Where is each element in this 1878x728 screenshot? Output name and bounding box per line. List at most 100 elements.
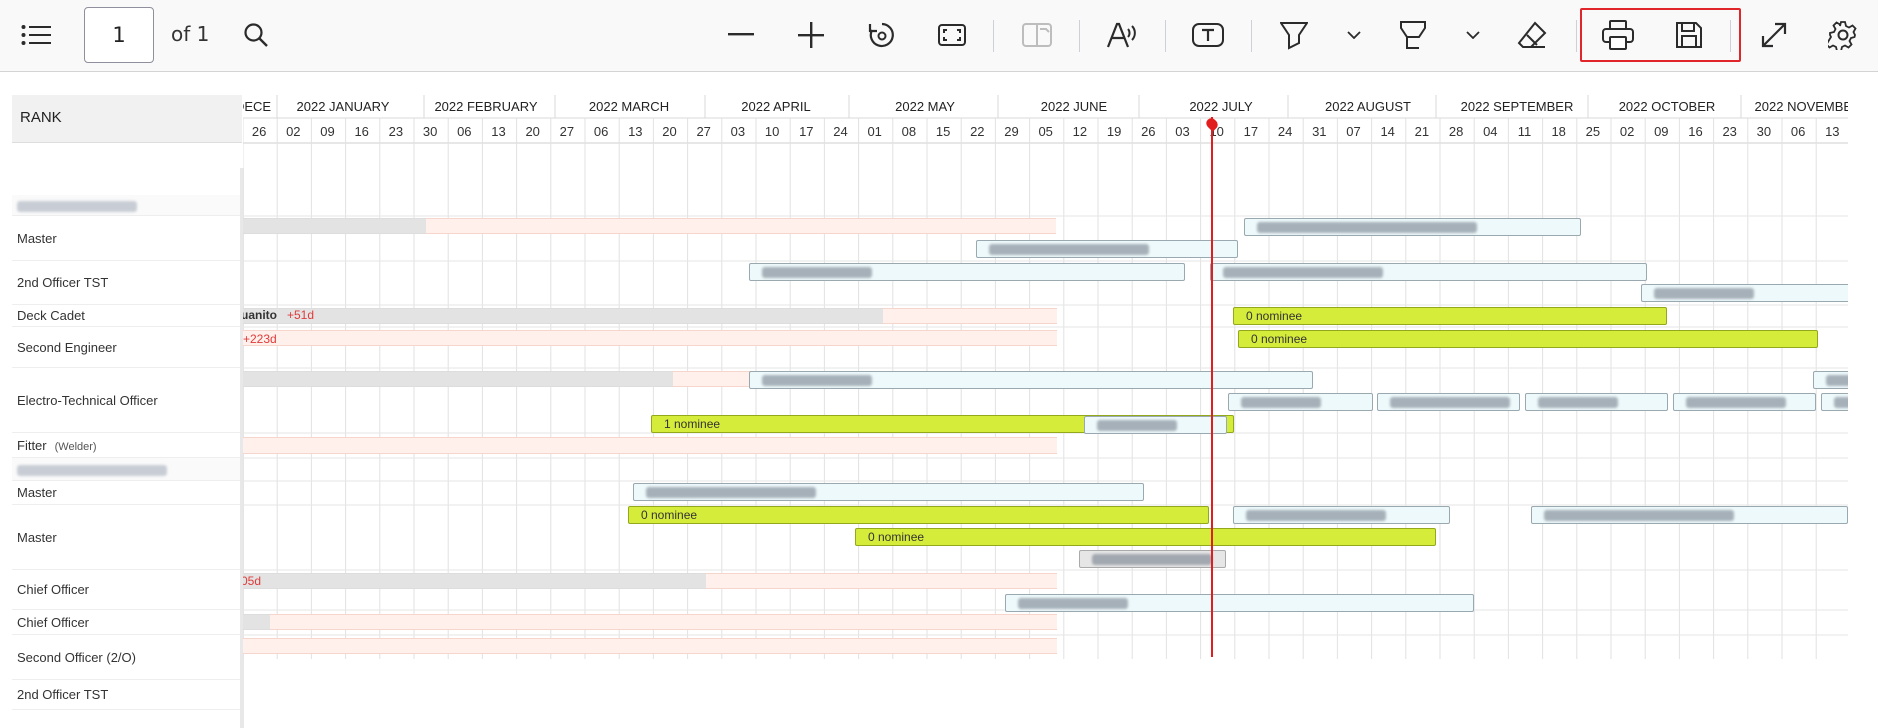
week-label: 31 bbox=[1312, 124, 1326, 139]
month-label: 2022 FEBRUARY bbox=[434, 99, 537, 114]
group-row[interactable] bbox=[12, 195, 242, 216]
crew-bar[interactable] bbox=[1244, 218, 1581, 236]
nominee-label: 0 nominee bbox=[1251, 332, 1308, 346]
rank-row[interactable]: Second Engineer bbox=[12, 327, 242, 368]
fullscreen-icon[interactable] bbox=[1757, 13, 1791, 57]
rank-label: Second Engineer bbox=[17, 340, 117, 355]
week-label: 24 bbox=[833, 124, 847, 139]
week-label: 05 bbox=[1038, 124, 1052, 139]
rank-row[interactable]: Chief Officer bbox=[12, 570, 242, 610]
crew-bar[interactable] bbox=[1210, 263, 1647, 281]
toolbar-divider bbox=[993, 20, 994, 52]
rank-label: Deck Cadet bbox=[17, 308, 85, 323]
week-label: 14 bbox=[1380, 124, 1394, 139]
rank-row[interactable]: Master bbox=[12, 481, 242, 505]
rank-row[interactable]: Deck Cadet bbox=[12, 305, 242, 327]
rank-row[interactable]: Master bbox=[12, 505, 242, 570]
week-label: 27 bbox=[560, 124, 574, 139]
chevron-down-icon[interactable] bbox=[1344, 13, 1364, 57]
week-label: 30 bbox=[1757, 124, 1771, 139]
crew-bar[interactable] bbox=[1525, 393, 1668, 411]
rank-row[interactable]: Fitter (Welder) bbox=[12, 433, 242, 458]
rank-row[interactable]: Second Officer (2/O) bbox=[12, 635, 242, 680]
rank-label bbox=[17, 198, 137, 213]
rank-row[interactable]: 2nd Officer TST bbox=[12, 680, 242, 710]
vacancy-span bbox=[270, 614, 1057, 630]
crew-bar[interactable] bbox=[1084, 416, 1227, 434]
group-row[interactable] bbox=[12, 458, 242, 481]
zoom-in-icon[interactable] bbox=[796, 13, 826, 57]
gantt-timeline: DECE 2022 JANUARY 2022 FEBRUARY 2022 MARCH 2… bbox=[243, 95, 1848, 659]
eraser-icon[interactable] bbox=[1515, 13, 1549, 57]
rank-header: RANK bbox=[12, 95, 242, 143]
rank-header-label: RANK bbox=[20, 109, 62, 126]
nominee-bar[interactable]: 0 nominee bbox=[1233, 307, 1667, 325]
rotate-icon[interactable] bbox=[866, 13, 898, 57]
rank-label: 2nd Officer TST bbox=[17, 687, 108, 702]
crew-bar[interactable] bbox=[749, 263, 1185, 281]
crew-bar[interactable] bbox=[749, 371, 1313, 389]
group-name-redacted bbox=[17, 200, 137, 212]
week-label: 18 bbox=[1551, 124, 1565, 139]
text-icon[interactable] bbox=[1191, 13, 1225, 57]
fit-page-icon[interactable] bbox=[936, 13, 968, 57]
nominee-label: 1 nominee bbox=[664, 417, 721, 431]
print-icon[interactable] bbox=[1601, 13, 1635, 57]
past-span bbox=[243, 573, 706, 589]
zoom-out-icon[interactable] bbox=[726, 13, 756, 57]
crew-bar[interactable] bbox=[1377, 393, 1520, 411]
past-span bbox=[243, 614, 270, 630]
nominee-bar[interactable]: 0 nominee bbox=[1238, 330, 1818, 348]
nominee-bar[interactable]: 0 nominee bbox=[855, 528, 1436, 546]
overdue-days: +51d bbox=[287, 308, 315, 322]
week-label: 13 bbox=[1825, 124, 1839, 139]
month-label: 2022 JUNE bbox=[1041, 99, 1108, 114]
draw-icon[interactable] bbox=[1396, 13, 1430, 57]
nominee-bar[interactable]: 0 nominee bbox=[628, 506, 1209, 524]
crew-bar[interactable] bbox=[1821, 393, 1848, 411]
week-label: 21 bbox=[1415, 124, 1429, 139]
rank-row[interactable]: Chief Officer bbox=[12, 610, 242, 635]
rank-name: Electro-Technical Officer bbox=[17, 392, 158, 408]
gantt-document: RANK Master 2nd Officer TST Deck Cadet Seco… bbox=[0, 73, 1878, 728]
rank-row[interactable]: Master bbox=[12, 216, 242, 261]
crew-name-redacted bbox=[1538, 397, 1618, 408]
past-span bbox=[243, 371, 673, 387]
save-icon[interactable] bbox=[1672, 13, 1706, 57]
group-name-redacted bbox=[17, 464, 167, 476]
crew-bar[interactable] bbox=[633, 483, 1144, 501]
vacancy-span bbox=[243, 330, 1057, 346]
crew-bar[interactable] bbox=[1005, 594, 1474, 612]
toolbar-divider bbox=[1079, 20, 1080, 52]
highlight-icon[interactable] bbox=[1277, 13, 1311, 57]
crew-bar[interactable] bbox=[1641, 284, 1848, 302]
rank-row[interactable]: 2nd Officer TST bbox=[12, 261, 242, 305]
pdf-toolbar: 1 of 1 bbox=[0, 0, 1878, 72]
crew-bar[interactable] bbox=[1233, 506, 1450, 524]
search-icon[interactable] bbox=[240, 13, 272, 57]
week-label: 09 bbox=[1654, 124, 1668, 139]
crew-bar[interactable] bbox=[1673, 393, 1816, 411]
rank-row[interactable]: Electro-Technical Officer bbox=[12, 368, 242, 433]
crew-bar[interactable] bbox=[976, 240, 1238, 258]
vacancy-span bbox=[883, 308, 1057, 324]
nominee-label: 0 nominee bbox=[868, 530, 925, 544]
chevron-down-icon[interactable] bbox=[1463, 13, 1483, 57]
toolbar-divider bbox=[1165, 20, 1166, 52]
crew-name-redacted bbox=[989, 244, 1149, 255]
settings-icon[interactable] bbox=[1826, 13, 1860, 57]
rank-name: 2nd Officer TST bbox=[17, 275, 109, 290]
read-aloud-icon[interactable] bbox=[1105, 13, 1139, 57]
page-number-input[interactable]: 1 bbox=[84, 7, 154, 63]
crew-bar[interactable] bbox=[1531, 506, 1848, 524]
crew-name-redacted bbox=[1390, 397, 1510, 408]
past-span bbox=[243, 308, 883, 324]
crew-bar[interactable] bbox=[1228, 393, 1373, 411]
list-icon[interactable] bbox=[18, 13, 54, 57]
crew-bar[interactable] bbox=[1079, 550, 1226, 568]
week-label: 20 bbox=[525, 124, 539, 139]
week-label: 06 bbox=[1791, 124, 1805, 139]
crew-bar[interactable] bbox=[1813, 371, 1848, 389]
crew-name-redacted bbox=[1246, 510, 1386, 521]
crew-name-redacted bbox=[1257, 222, 1477, 233]
